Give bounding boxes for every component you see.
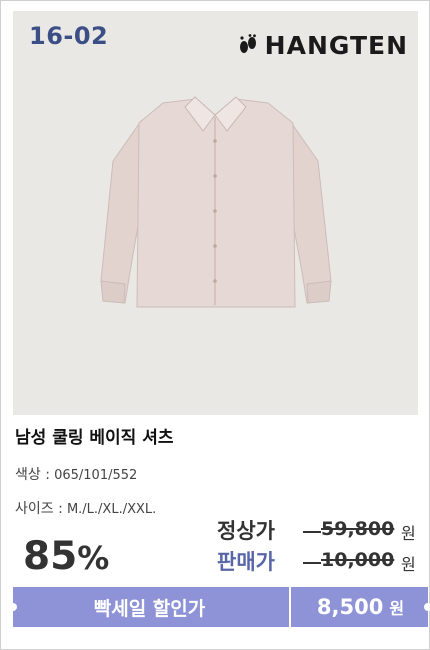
size-label: 사이즈 : (15, 501, 63, 517)
discount-rate: 85% (23, 534, 109, 579)
size-value: M./L./XL./XXL. (66, 502, 157, 517)
banner-notch-right (424, 603, 430, 611)
sale-price-value: 10,000 (321, 549, 395, 571)
sale-price-label: 판매가 (217, 550, 275, 574)
banner-label: 빡세일 할인가 (93, 597, 206, 620)
product-title[interactable]: 남성 쿨링 베이직 셔츠 (15, 423, 174, 448)
sale-price-currency: 원 (401, 555, 416, 574)
product-code: 16-02 (29, 22, 109, 50)
color-info: 색상 : 065/101/552 (15, 464, 137, 484)
final-price: 8,500 원 (293, 587, 428, 627)
sale-banner[interactable]: 빡세일 할인가 8,500 원 (9, 587, 430, 627)
banner-divider (289, 587, 291, 627)
footprints-icon (239, 33, 256, 53)
shirt-image (100, 96, 332, 308)
brand-logo: HANGTEN (237, 31, 408, 60)
discount-number: 85 (23, 534, 78, 579)
final-price-currency: 원 (389, 599, 405, 618)
regular-price-strike-line (303, 531, 321, 533)
size-info: 사이즈 : M./L./XL./XXL. (15, 498, 156, 518)
discount-symbol: % (77, 539, 110, 577)
regular-price-currency: 원 (401, 524, 416, 543)
final-price-value: 8,500 (316, 595, 384, 619)
sale-price-strike-line (303, 562, 321, 564)
regular-price-value: 59,800 (321, 518, 395, 540)
brand-name: HANGTEN (264, 31, 408, 60)
product-photo[interactable]: 16-02 HANGTEN (13, 11, 418, 415)
color-value: 065/101/552 (54, 468, 138, 483)
product-card[interactable]: 16-02 HANGTEN 남성 쿨링 베이직 셔츠 색상 : 065/101/… (0, 0, 430, 650)
color-label: 색상 : (15, 467, 50, 483)
regular-price-label: 정상가 (217, 519, 275, 543)
